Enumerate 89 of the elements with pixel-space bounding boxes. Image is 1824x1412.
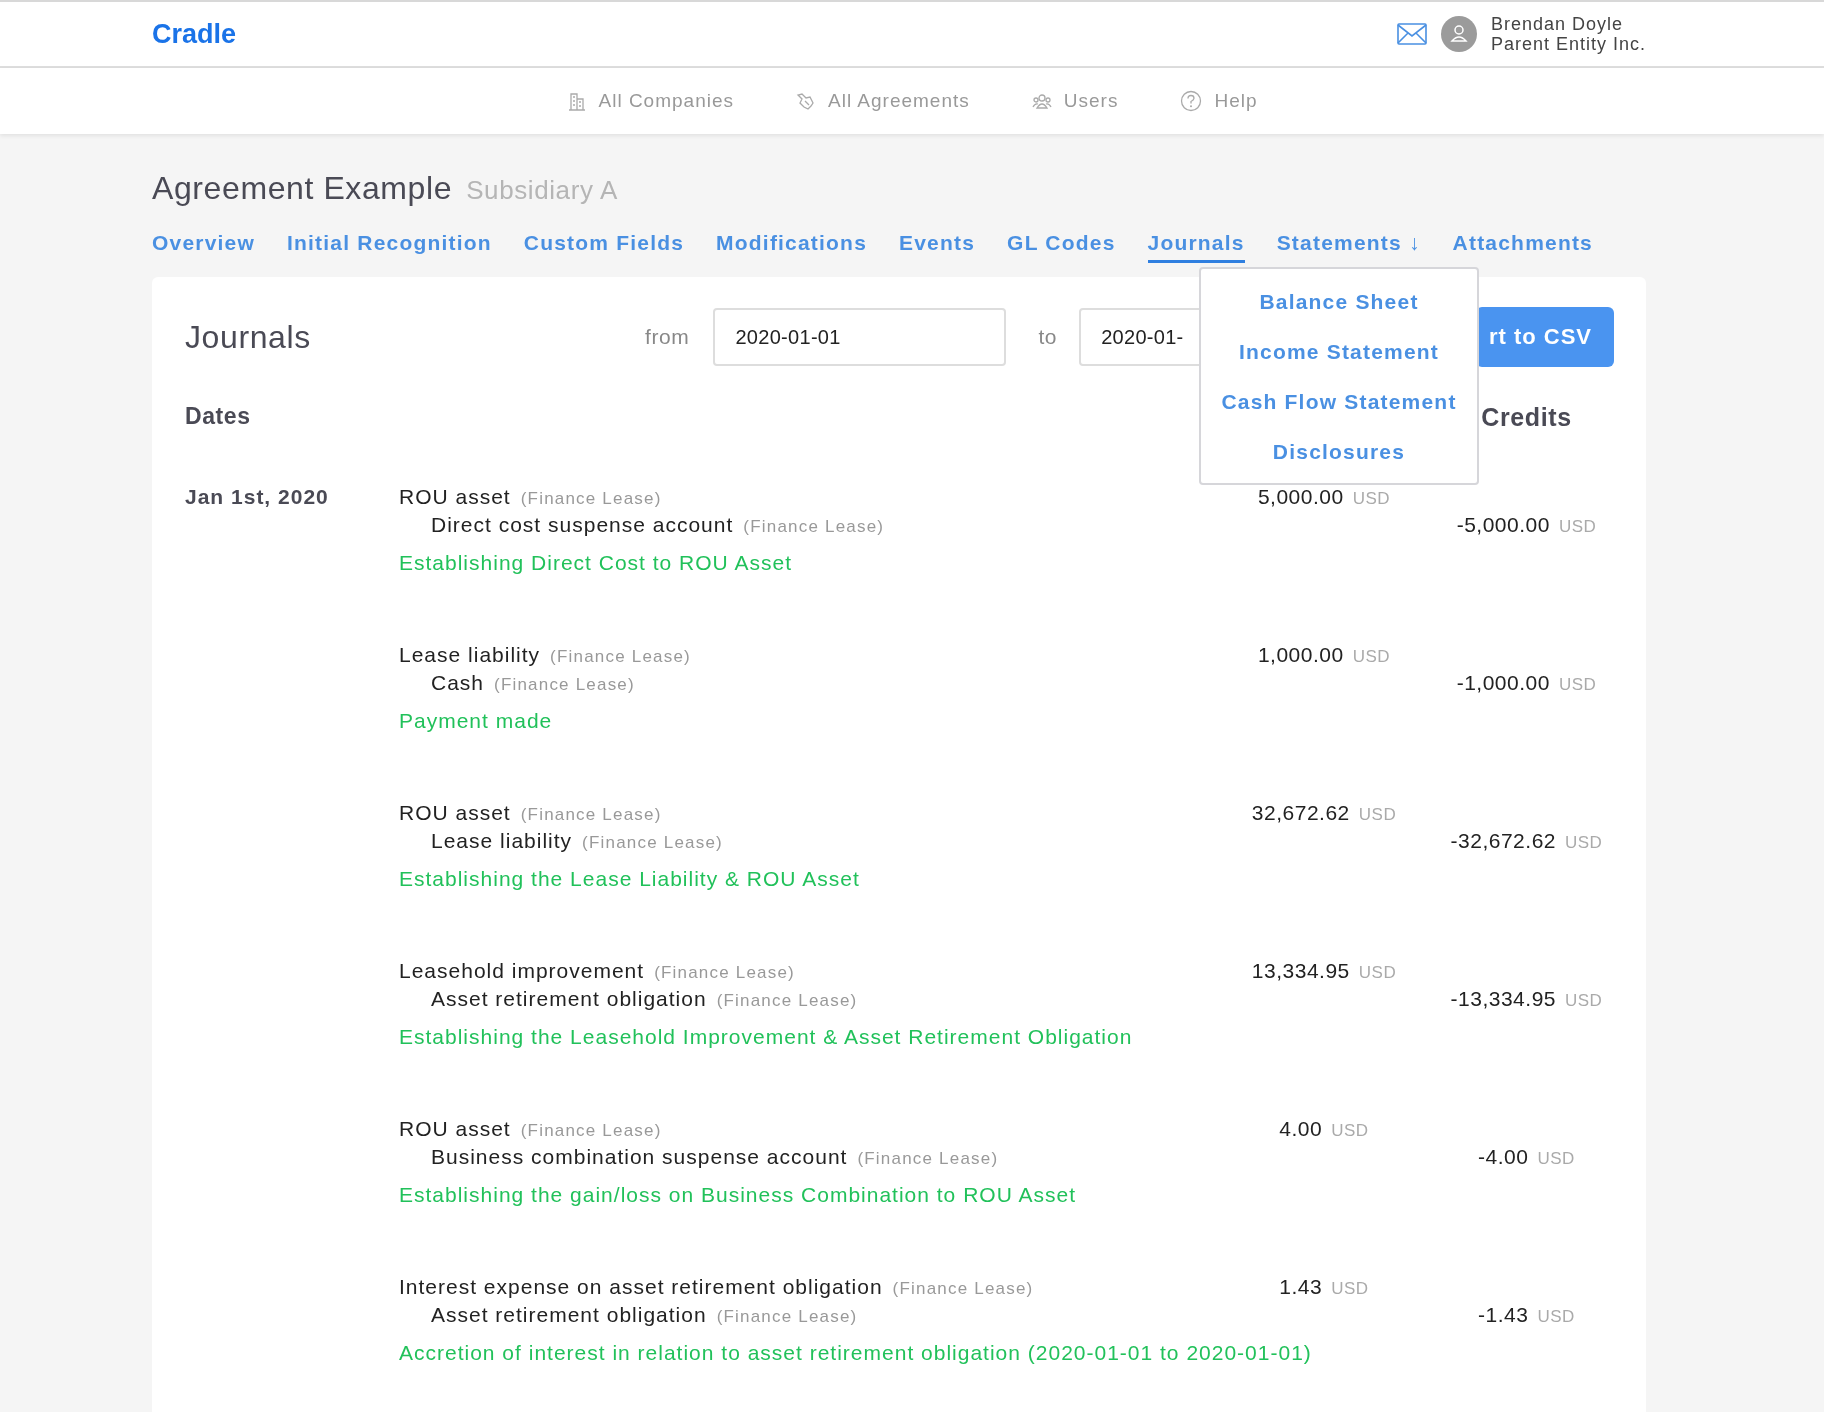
logo[interactable]: Cradle bbox=[152, 18, 237, 50]
debit-account: Lease liability bbox=[399, 643, 541, 667]
from-date-field[interactable]: 2020-01-01 bbox=[713, 308, 1007, 366]
avatar-icon[interactable] bbox=[1440, 16, 1477, 52]
debit-amount: 32,672.62 bbox=[1251, 801, 1350, 825]
currency: USD bbox=[1537, 1149, 1575, 1169]
currency: USD bbox=[1352, 489, 1391, 509]
tab[interactable]: Statements ↓ bbox=[1276, 231, 1421, 263]
entry-description: Payment made bbox=[399, 709, 554, 733]
account-type: (Finance Lease) bbox=[716, 1307, 858, 1327]
credit-account: Business combination suspense account bbox=[431, 1145, 848, 1169]
credit-account: Direct cost suspense account bbox=[431, 513, 734, 537]
currency: USD bbox=[1331, 1279, 1369, 1299]
tab[interactable]: Initial Recognition bbox=[287, 231, 492, 263]
column-header: Dates bbox=[185, 403, 252, 431]
debit-amount: 5,000.00 bbox=[1257, 485, 1344, 509]
menu-item[interactable]: Cash Flow Statement bbox=[1221, 377, 1457, 427]
debit-account: Leasehold improvement bbox=[399, 959, 645, 983]
from-label: from bbox=[645, 325, 690, 349]
menu-item[interactable]: Balance Sheet bbox=[1259, 277, 1419, 327]
mail-icon[interactable] bbox=[1396, 23, 1427, 45]
debit-amount: 4.00 bbox=[1279, 1117, 1323, 1141]
debit-account: ROU asset bbox=[399, 801, 511, 825]
tab[interactable]: Custom Fields bbox=[523, 231, 685, 263]
credit-amount: -13,334.95 bbox=[1450, 987, 1556, 1011]
account-type: (Finance Lease) bbox=[654, 963, 795, 983]
currency: USD bbox=[1558, 517, 1597, 537]
debit-amount: 13,334.95 bbox=[1251, 959, 1350, 983]
account-type: (Finance Lease) bbox=[494, 675, 635, 695]
entry-description: Establishing the Leasehold Improvement & Asset Retirement Obligation bbox=[399, 1025, 1134, 1049]
account-type: (Finance Lease) bbox=[550, 647, 691, 667]
currency: USD bbox=[1358, 805, 1397, 825]
account-type: (Finance Lease) bbox=[892, 1279, 1034, 1299]
credit-amount: -4.00 bbox=[1478, 1145, 1529, 1169]
tab[interactable]: GL Codes bbox=[1007, 231, 1116, 263]
currency: USD bbox=[1331, 1121, 1369, 1141]
credit-amount: -5,000.00 bbox=[1456, 513, 1550, 537]
tab[interactable]: Attachments bbox=[1452, 231, 1593, 263]
credit-amount: -1.43 bbox=[1478, 1303, 1529, 1327]
account-type: (Finance Lease) bbox=[716, 991, 858, 1011]
account-type: (Finance Lease) bbox=[520, 1121, 662, 1141]
currency: USD bbox=[1565, 991, 1603, 1011]
tab[interactable]: Modifications bbox=[716, 231, 868, 263]
account-type: (Finance Lease) bbox=[582, 833, 723, 853]
page-title: Agreement Example bbox=[152, 170, 453, 207]
currency: USD bbox=[1565, 833, 1603, 853]
credit-amount: -1,000.00 bbox=[1456, 671, 1550, 695]
nav-link[interactable]: All Agreements bbox=[796, 90, 970, 112]
currency: USD bbox=[1537, 1307, 1575, 1327]
entry-date: Jan 1st, 2020 bbox=[185, 485, 329, 508]
debit-amount: 1.43 bbox=[1279, 1275, 1323, 1299]
credit-account: Lease liability bbox=[431, 829, 573, 853]
section-title: Journals bbox=[185, 318, 312, 356]
building-icon bbox=[566, 91, 587, 111]
credit-account: Asset retirement obligation bbox=[431, 1303, 707, 1327]
entry-description: Establishing Direct Cost to ROU Asset bbox=[399, 551, 793, 575]
to-label: to bbox=[1038, 325, 1058, 349]
tab[interactable]: Journals bbox=[1147, 231, 1245, 263]
debit-account: ROU asset bbox=[399, 485, 511, 509]
users-icon bbox=[1031, 91, 1052, 111]
menu-item[interactable]: Disclosures bbox=[1272, 427, 1406, 477]
nav-link[interactable]: Help bbox=[1180, 90, 1258, 112]
user-name: Brendan Doyle bbox=[1490, 14, 1624, 34]
credit-account: Asset retirement obligation bbox=[431, 987, 707, 1011]
column-header: Credits bbox=[1481, 403, 1572, 433]
credit-account: Cash bbox=[431, 671, 485, 695]
export-button[interactable]: rt to CSV bbox=[1476, 307, 1614, 367]
tab[interactable]: Events bbox=[899, 231, 976, 263]
company-name: Parent Entity Inc. bbox=[1490, 34, 1646, 54]
credit-amount: -32,672.62 bbox=[1450, 829, 1556, 853]
account-type: (Finance Lease) bbox=[520, 805, 662, 825]
debit-amount: 1,000.00 bbox=[1257, 643, 1344, 667]
tab[interactable]: Overview bbox=[152, 231, 255, 263]
currency: USD bbox=[1358, 963, 1397, 983]
nav-link[interactable]: All Companies bbox=[566, 90, 734, 112]
entry-description: Establishing the Lease Liability & ROU Asset bbox=[399, 867, 861, 891]
debit-account: Interest expense on asset retirement obligation bbox=[399, 1275, 883, 1299]
account-type: (Finance Lease) bbox=[520, 489, 662, 509]
debit-account: ROU asset bbox=[399, 1117, 511, 1141]
entry-description: Establishing the gain/loss on Business Combination to ROU Asset bbox=[399, 1183, 1077, 1207]
page-subtitle: Subsidiary A bbox=[466, 175, 618, 206]
account-type: (Finance Lease) bbox=[743, 517, 885, 537]
help-icon bbox=[1180, 90, 1203, 112]
account-type: (Finance Lease) bbox=[857, 1149, 999, 1169]
nav-link[interactable]: Users bbox=[1031, 90, 1119, 112]
currency: USD bbox=[1352, 647, 1391, 667]
entry-description: Accretion of interest in relation to asset retirement obligation (2020-01-01 to 2020-01-01) bbox=[399, 1341, 1313, 1365]
menu-item[interactable]: Income Statement bbox=[1238, 327, 1440, 377]
currency: USD bbox=[1558, 675, 1597, 695]
